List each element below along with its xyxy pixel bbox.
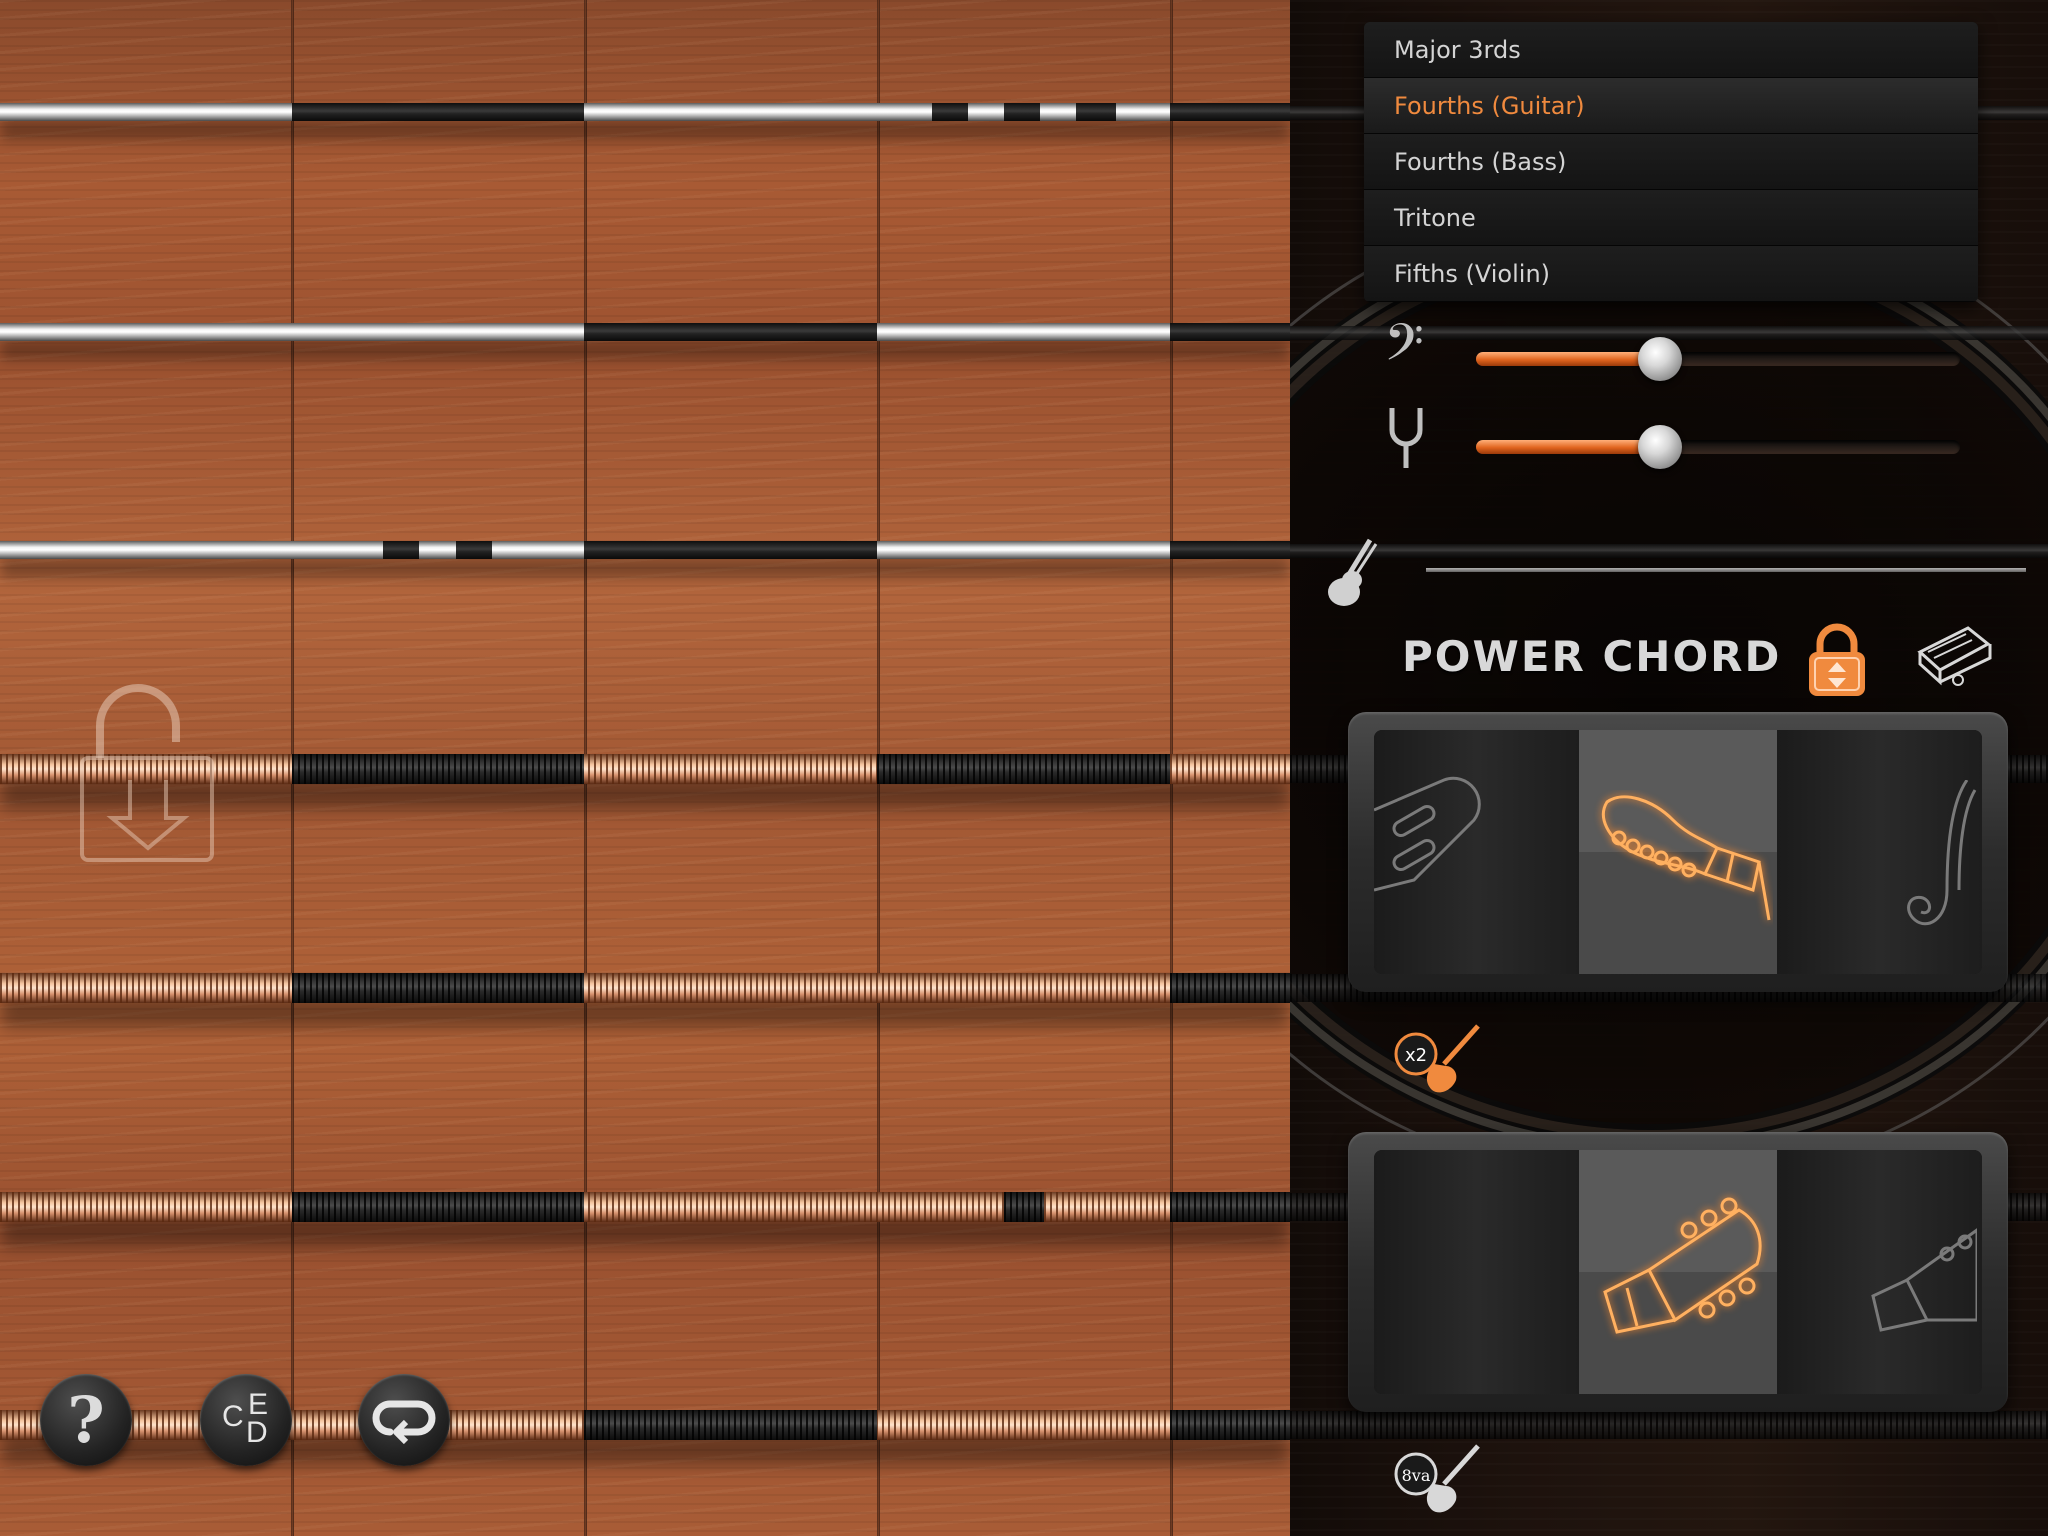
- tuning-slider[interactable]: [1476, 425, 1960, 469]
- volume-slider-fill: [1476, 352, 1660, 366]
- loop-icon: [372, 1400, 436, 1444]
- instrument-option-electric-guitar[interactable]: [1579, 730, 1777, 974]
- svg-text:8va: 8va: [1402, 1466, 1431, 1485]
- guitar-icon: [1328, 538, 1378, 606]
- tuning-option-fourths-guitar[interactable]: Fourths (Guitar): [1364, 78, 1978, 134]
- octave-option-acoustic-guitar[interactable]: [1579, 1150, 1777, 1394]
- tuning-option-fourths-bass[interactable]: Fourths (Bass): [1364, 134, 1978, 190]
- string-7-shadow: [1290, 1411, 2048, 1439]
- instrument-selector[interactable]: [1348, 712, 2008, 992]
- note-names-button[interactable]: C E D: [200, 1374, 292, 1466]
- panel-divider: [1426, 568, 2026, 572]
- unlock-scroll-icon[interactable]: [78, 668, 218, 864]
- octave-option-empty[interactable]: [1374, 1150, 1579, 1394]
- string-3-shadow: [1290, 544, 2048, 558]
- octave-toggle[interactable]: 8va: [1390, 1440, 1486, 1518]
- tuning-option-fifths-violin[interactable]: Fifths (Violin): [1364, 246, 1978, 302]
- volume-slider[interactable]: [1476, 337, 1960, 381]
- help-button[interactable]: ?: [40, 1374, 132, 1466]
- string-5[interactable]: [0, 973, 1290, 1003]
- electric-guitar-headstock-icon: [1601, 795, 1771, 921]
- tuning-slider-knob[interactable]: [1637, 425, 1682, 469]
- string-3[interactable]: [0, 541, 1290, 559]
- svg-text:x2: x2: [1405, 1045, 1427, 1066]
- loop-button[interactable]: [358, 1374, 450, 1466]
- octave-selector[interactable]: [1348, 1132, 2008, 1412]
- double-strings-toggle[interactable]: x2: [1390, 1020, 1486, 1098]
- violin-scroll-icon: [1907, 780, 1977, 926]
- volume-slider-knob[interactable]: [1637, 337, 1682, 381]
- acoustic-guitar-headstock-icon: [1603, 1197, 1762, 1334]
- tuning-fork-icon: [1389, 408, 1423, 468]
- effect-pedal-button[interactable]: [1914, 622, 1994, 694]
- tuning-list[interactable]: Major 3rds Fourths (Guitar) Fourths (Bas…: [1364, 22, 1978, 302]
- fretboard[interactable]: ? C E D: [0, 0, 1290, 1536]
- note-letters-icon: C E D: [222, 1388, 269, 1449]
- instrument-option-bass[interactable]: [1374, 730, 1579, 974]
- octave-option-guitar-faded[interactable]: [1777, 1150, 1982, 1394]
- guitar-headstock-faded-icon: [1871, 1228, 1977, 1332]
- mode-lock-button[interactable]: [1806, 622, 1868, 698]
- bass-clef-icon: 𝄢: [1384, 312, 1424, 385]
- string-1[interactable]: [0, 103, 1290, 121]
- string-7[interactable]: [0, 1410, 1290, 1440]
- string-6[interactable]: [0, 1192, 1290, 1222]
- tuning-option-tritone[interactable]: Tritone: [1364, 190, 1978, 246]
- instrument-option-violin[interactable]: [1777, 730, 1982, 974]
- tuning-option-major-3rds[interactable]: Major 3rds: [1364, 22, 1978, 78]
- string-2[interactable]: [0, 323, 1290, 341]
- mode-title: POWER CHORD: [1402, 632, 1782, 681]
- bass-headstock-icon: [1374, 776, 1481, 892]
- tuning-slider-fill: [1476, 440, 1660, 454]
